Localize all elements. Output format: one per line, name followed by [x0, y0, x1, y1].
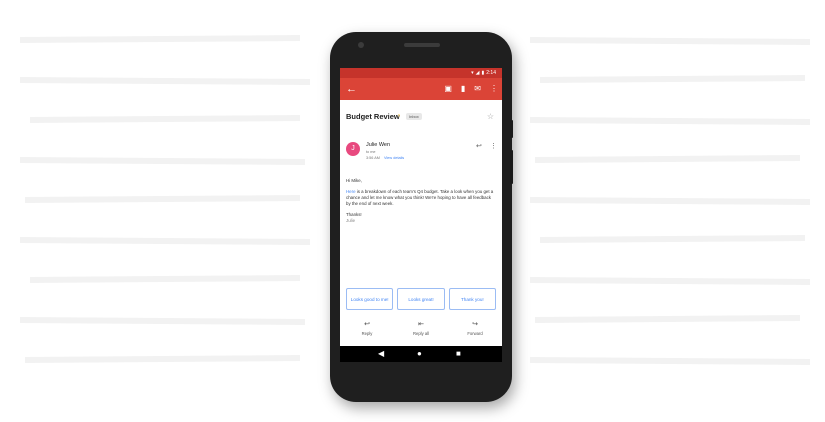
smart-reply-suggestions: Looks good to me! Looks great! Thank you… — [346, 288, 496, 310]
body-link[interactable]: Here — [346, 189, 356, 194]
reply-all-label: Reply all — [412, 331, 430, 336]
inbox-label[interactable]: Inbox — [406, 113, 422, 120]
body-text: is a breakdown of each team's Q4 budget.… — [346, 189, 494, 206]
star-icon[interactable]: ☆ — [487, 112, 494, 121]
signal-icon: ◢ — [475, 70, 480, 76]
email-subject: Budget Review — [346, 112, 400, 121]
subject-row: Budget Review › Inbox ☆ — [346, 112, 498, 124]
more-vert-icon[interactable]: ⋮ — [490, 142, 497, 150]
recipient-text: to me — [366, 150, 376, 154]
delete-icon[interactable]: ▮ — [461, 83, 465, 95]
battery-icon: ▮ — [481, 70, 485, 76]
greeting: Hi Mike, — [346, 178, 362, 183]
arrow-back-icon[interactable]: ← — [346, 82, 357, 96]
important-marker-icon[interactable]: › — [398, 113, 400, 119]
forward-button[interactable]: ↪ Forward — [448, 321, 502, 336]
power-button — [510, 120, 513, 138]
navigation-bar: ◀ ● ■ — [340, 346, 502, 362]
email-actions: ↩ Reply ⇤ Reply all ↪ Forward — [340, 321, 502, 336]
smart-reply-chip[interactable]: Looks good to me! — [346, 288, 394, 310]
smart-reply-chip[interactable]: Thank you! — [448, 288, 496, 310]
nav-home-icon[interactable]: ● — [417, 348, 422, 360]
volume-button — [510, 150, 513, 184]
sender-name: Julie Wen — [366, 142, 391, 148]
earpiece-speaker — [404, 43, 440, 47]
mail-icon[interactable]: ✉ — [474, 83, 481, 95]
email-body: Hi Mike, Here is a breakdown of each tea… — [346, 178, 496, 224]
smart-reply-chip[interactable]: Looks great! — [397, 288, 445, 310]
app-bar: ← ▣ ▮ ✉ ⋮ — [340, 78, 502, 100]
phone-screen: ▾ ◢ ▮ 2:14 ← ▣ ▮ ✉ ⋮ Budget Review › Inb… — [340, 68, 502, 360]
status-bar: ▾ ◢ ▮ 2:14 — [340, 68, 502, 78]
wifi-icon: ▾ — [471, 70, 474, 76]
email-time: 3:56 AM — [366, 156, 380, 160]
archive-icon[interactable]: ▣ — [444, 83, 452, 95]
reply-all-button[interactable]: ⇤ Reply all — [394, 321, 448, 336]
phone-device: ▾ ◢ ▮ 2:14 ← ▣ ▮ ✉ ⋮ Budget Review › Inb… — [330, 32, 513, 402]
reply-icon[interactable]: ↩ — [476, 142, 482, 150]
reply-icon: ↩ — [364, 321, 370, 328]
nav-recents-icon[interactable]: ■ — [456, 348, 461, 360]
reply-button[interactable]: ↩ Reply — [340, 321, 394, 336]
nav-back-icon[interactable]: ◀ — [378, 348, 384, 360]
more-vert-icon[interactable]: ⋮ — [490, 83, 498, 95]
front-camera — [358, 42, 364, 48]
forward-icon: ↪ — [472, 321, 478, 328]
reply-all-icon: ⇤ — [418, 321, 424, 328]
avatar[interactable]: J — [346, 142, 360, 156]
status-time: 2:14 — [486, 70, 496, 76]
forward-label: Forward — [467, 331, 483, 336]
body-paragraph: Here is a breakdown of each team's Q4 bu… — [346, 189, 496, 207]
closing: Thanks! — [346, 212, 362, 217]
reply-label: Reply — [361, 331, 373, 336]
view-details-link[interactable]: View details — [384, 156, 404, 160]
signature: Julie — [346, 218, 356, 223]
